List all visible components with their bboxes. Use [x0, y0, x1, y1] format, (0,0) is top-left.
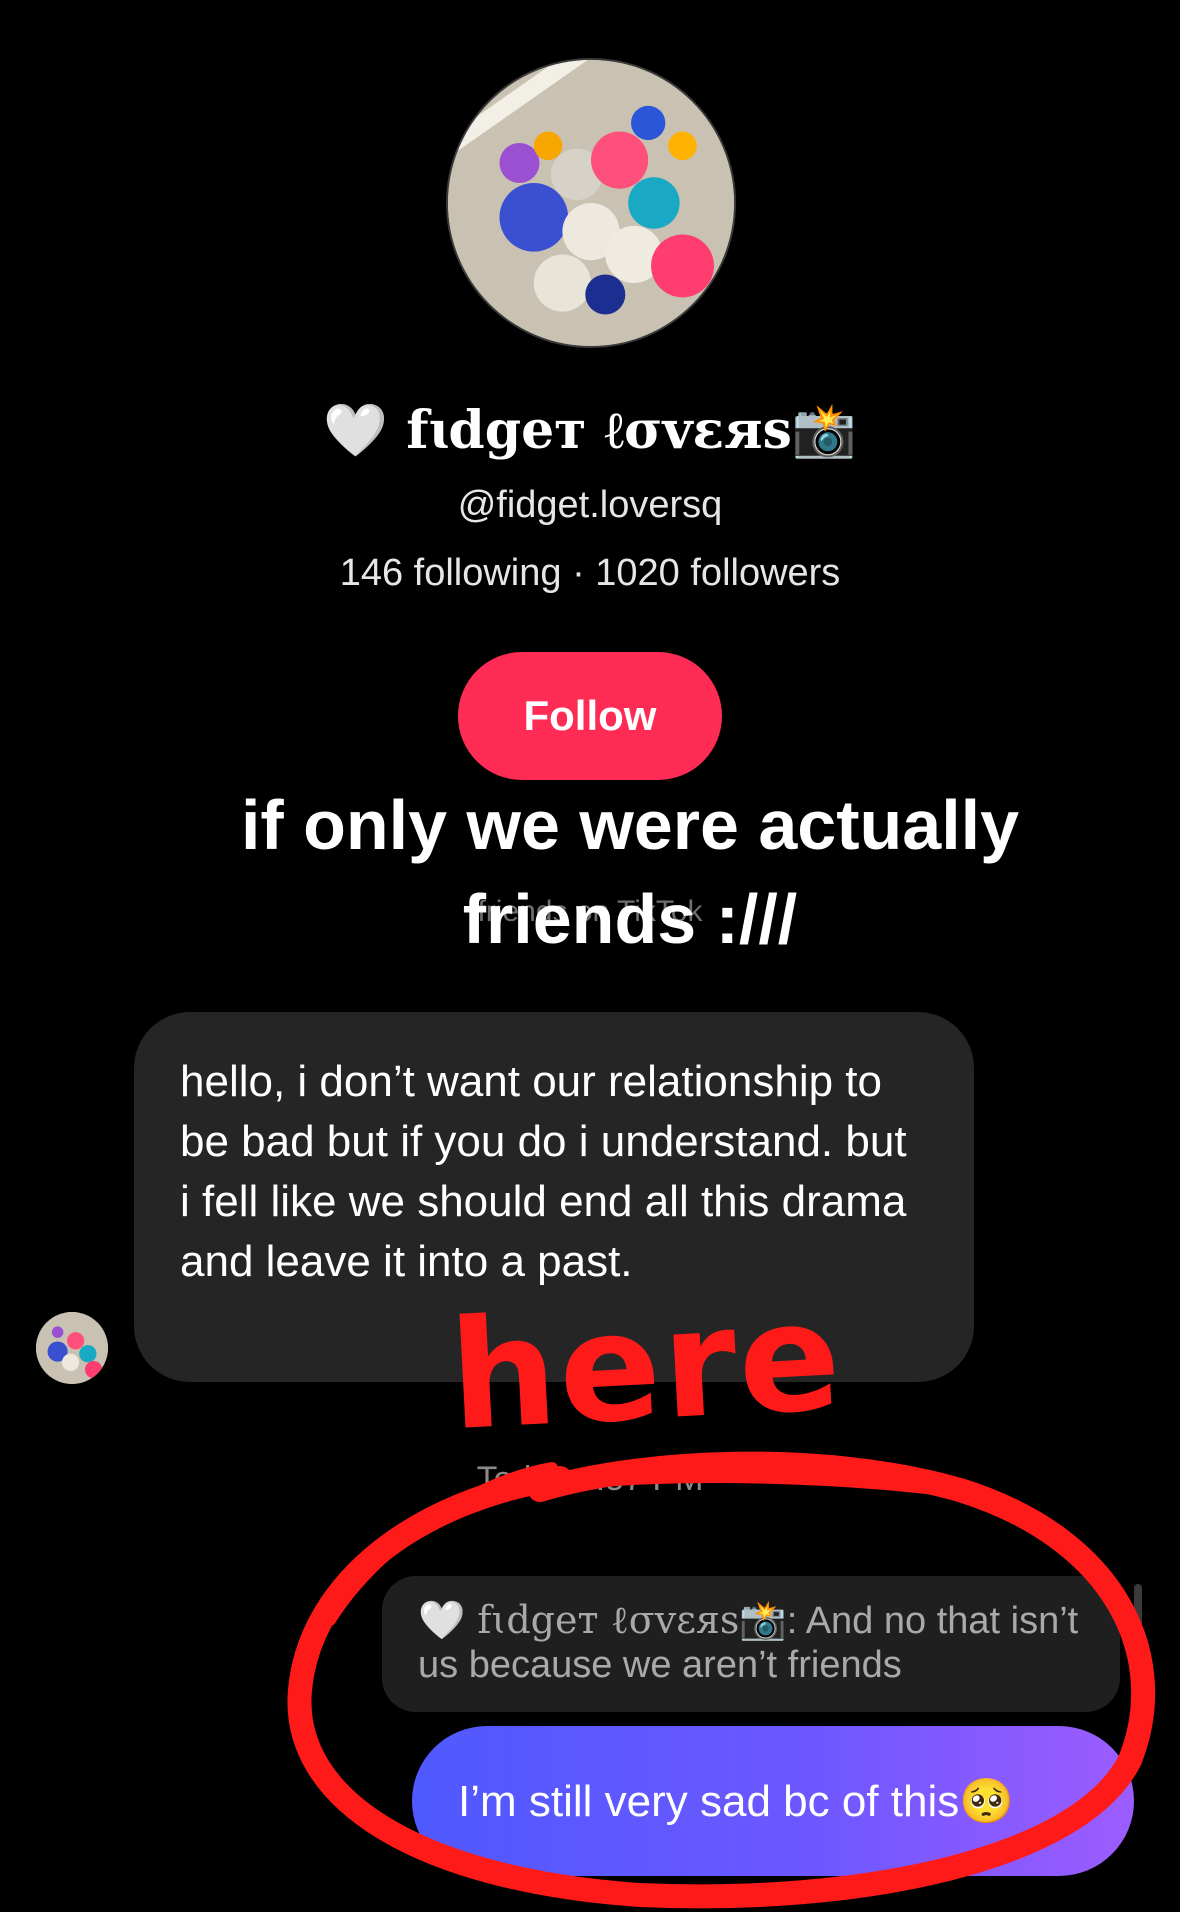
outgoing-message-text: I’m still very sad bc of this🥺 [458, 1777, 1015, 1826]
white-heart-icon: 🤍 [323, 401, 389, 461]
sender-avatar-image [36, 1312, 108, 1384]
avatar-image [448, 60, 734, 346]
incoming-message-text: hello, i don’t want our relationship to … [180, 1057, 907, 1286]
sender-avatar[interactable] [36, 1312, 108, 1384]
here-annotation-text: here [445, 1269, 847, 1465]
follow-button[interactable]: Follow [458, 652, 722, 780]
camera-flash-icon: 📸 [791, 400, 857, 461]
profile-handle: @fidget.loversq [457, 484, 723, 526]
message-timestamp: Today 4:57 PM [476, 1460, 704, 1498]
scrollbar[interactable] [1134, 1584, 1142, 1702]
profile-display-name: 🤍 fɩdgeт ℓσvεяs📸 [0, 400, 1180, 461]
profile-stats: 146 following · 1020 followers [339, 552, 841, 594]
quoted-sender-name: 🤍 fɩdgeт ℓσvεяs📸 [418, 1598, 787, 1642]
reply-quote-preview[interactable]: 🤍 fɩdgeт ℓσvεяs📸: And no that isn’t us b… [382, 1576, 1120, 1712]
profile-avatar[interactable] [446, 58, 736, 348]
outgoing-message-bubble[interactable]: I’m still very sad bc of this🥺 [412, 1726, 1134, 1876]
display-name-text: fɩdgeт ℓσvεяs [406, 400, 792, 461]
video-overlay-caption: if only we were actually friends :/// [240, 786, 1020, 958]
